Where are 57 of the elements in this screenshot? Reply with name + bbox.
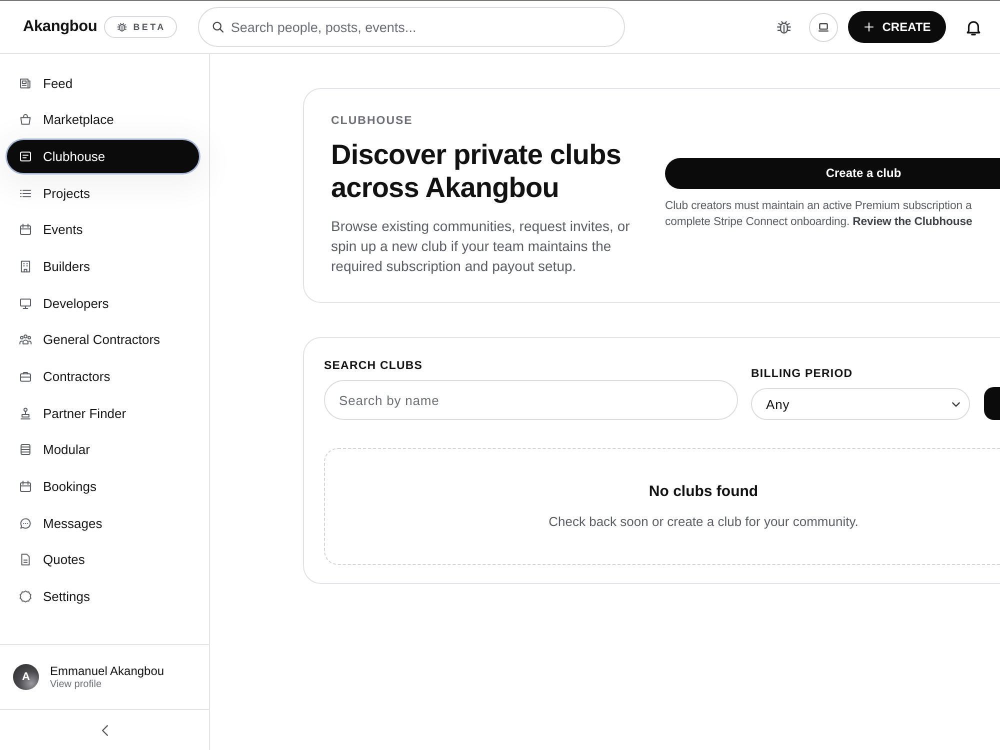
policy-link[interactable]: Review the Clubhouse	[852, 216, 972, 228]
sidebar-item[interactable]: Projects	[7, 176, 199, 210]
sidebar-item[interactable]: Settings	[7, 580, 199, 614]
page-title: Discover private clubs across Akangbou	[331, 138, 622, 204]
field-label: SEARCH CLUBS	[324, 360, 424, 372]
bug-icon	[116, 21, 128, 33]
sidebar-item[interactable]: Modular	[7, 433, 199, 466]
calendar-icon	[18, 479, 33, 494]
stacked-rows-icon	[18, 442, 33, 458]
chevron-left-icon	[100, 724, 108, 736]
sidebar-item[interactable]: General Contractors	[7, 323, 199, 356]
stamp-icon	[18, 406, 33, 421]
settings-icon	[18, 589, 33, 604]
search-field[interactable]: Search people, posts, events...	[198, 7, 625, 47]
sidebar-item[interactable]: Messages	[7, 506, 199, 540]
view-profile-link[interactable]: View profile	[50, 679, 164, 690]
sidebar-item[interactable]: Partner Finder	[7, 396, 199, 430]
brand-name[interactable]: Akangbou	[23, 18, 98, 36]
shopping-bag-icon	[18, 112, 33, 128]
create-button[interactable]: CREATE	[848, 11, 946, 43]
laptop-button[interactable]	[809, 12, 838, 42]
calendar-icon	[18, 222, 33, 238]
chevron-down-icon	[951, 400, 961, 408]
newspaper-icon	[18, 76, 33, 90]
empty-state-title: No clubs found	[648, 482, 758, 500]
sidebar-item[interactable]: Feed	[7, 66, 199, 100]
user-name: Emmanuel Akangbou	[50, 664, 164, 678]
building-icon	[18, 258, 33, 274]
billing-period-select[interactable]: Any	[751, 388, 970, 420]
briefcase-icon	[18, 369, 33, 384]
create-club-button[interactable]: Create a club	[665, 158, 1000, 188]
search-clubs-field[interactable]: Search by name	[324, 380, 738, 420]
sidebar-item[interactable]: Contractors	[7, 360, 199, 393]
search-icon	[210, 20, 225, 34]
avatar[interactable]: A	[13, 664, 39, 690]
filter-button[interactable]	[984, 387, 1000, 420]
people-group-icon	[18, 332, 33, 348]
plus-icon	[863, 21, 876, 33]
sidebar-item[interactable]: Events	[7, 213, 199, 246]
requirements-note: Club creators must maintain an active Premium subscription a complete Stripe Connect onboarding. Review the Clubhouse	[665, 198, 974, 230]
sidebar-item[interactable]: Builders	[7, 250, 199, 283]
sidebar-item[interactable]: Bookings	[7, 470, 199, 504]
sidebar-item[interactable]: Clubhouse	[7, 140, 199, 173]
laptop-icon	[817, 20, 830, 34]
monitor-icon	[18, 296, 33, 311]
card-lines-icon	[18, 148, 33, 164]
page-description: Browse existing communities, request invites, or spin up a new club if your team maintains the required subscription and payout setup.	[331, 217, 631, 276]
chat-bubble-icon	[18, 516, 33, 531]
sidebar-item[interactable]: Quotes	[7, 543, 199, 576]
sidebar-item[interactable]: Marketplace	[7, 103, 199, 136]
badge-label: BETA	[133, 22, 166, 32]
collapse-button[interactable]	[100, 724, 108, 736]
section-eyebrow: CLUBHOUSE	[331, 115, 414, 127]
sidebar-item[interactable]: Developers	[7, 286, 199, 320]
empty-state-message: Check back soon or create a club for your community.	[548, 514, 858, 528]
bug-icon[interactable]	[775, 18, 793, 36]
field-label: BILLING PERIOD	[751, 368, 854, 380]
